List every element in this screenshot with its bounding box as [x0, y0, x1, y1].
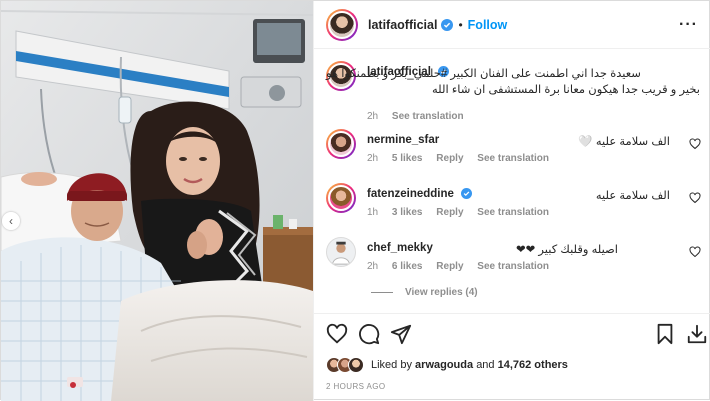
heart-icon[interactable]	[689, 192, 701, 204]
view-replies-button[interactable]: View replies (4)	[371, 287, 478, 298]
instagram-post-frame: ‹ latifaofficial • Follow ··· latifaoffi…	[0, 0, 710, 401]
comment-text: الف سلامة عليه	[595, 190, 670, 202]
author-username[interactable]: latifaofficial	[368, 18, 437, 32]
comment-time[interactable]: 1h	[367, 207, 378, 218]
commenter-username[interactable]: chef_mekky	[367, 242, 433, 254]
liker-avatar[interactable]	[348, 357, 364, 373]
comment-see-translation[interactable]: See translation	[477, 207, 549, 218]
comment-see-translation[interactable]: See translation	[477, 153, 549, 164]
hospital-photo-illustration	[1, 1, 313, 401]
comment-meta: 1h 3 likes Reply See translation	[367, 207, 560, 218]
caption-time[interactable]: 2h	[367, 111, 378, 122]
commenter-avatar[interactable]	[326, 183, 356, 213]
liked-by-user-link[interactable]: arwagouda	[415, 359, 473, 371]
author-avatar[interactable]	[326, 8, 358, 41]
comments-list: latifaofficial سعيدة جدا اني اطمنت على ا…	[314, 49, 710, 311]
comment-bubble-icon[interactable]	[358, 323, 380, 345]
share-send-icon[interactable]	[390, 323, 412, 345]
caption-line-1: سعيدة جدا اني اطمنت على الفنان الكبير #ح…	[326, 68, 641, 80]
comment-reply-button[interactable]: Reply	[436, 261, 463, 272]
comment-likes[interactable]: 3 likes	[392, 207, 423, 218]
caption-text: سعيدة جدا اني اطمنت على الفنان الكبير #ح…	[326, 66, 700, 98]
commenter-avatar[interactable]	[326, 129, 356, 159]
post-actions-bar	[314, 313, 710, 353]
more-horizontal-icon[interactable]: ···	[679, 16, 698, 34]
save-bookmark-icon[interactable]	[654, 323, 676, 345]
heart-icon[interactable]	[689, 138, 701, 150]
comment-reply-button[interactable]: Reply	[436, 207, 463, 218]
verified-badge-icon	[461, 188, 473, 199]
comment-meta: 2h 5 likes Reply See translation	[367, 153, 560, 164]
comment-text: اصيله وقلبك كبير ❤❤	[515, 244, 618, 256]
comment-item: fatenzeineddine الف سلامة عليه 1h 3 like…	[326, 183, 706, 223]
caption-see-translation[interactable]: See translation	[392, 111, 464, 122]
comment-see-translation[interactable]: See translation	[477, 261, 549, 272]
comment-item: chef_mekky اصيله وقلبك كبير ❤❤ 2h 6 like…	[326, 237, 706, 277]
caption-item: latifaofficial سعيدة جدا اني اطمنت على ا…	[326, 61, 706, 122]
follow-button[interactable]: Follow	[468, 18, 508, 32]
liked-by-text: Liked by arwagouda and 14,762 others	[371, 359, 568, 371]
caption-meta: 2h See translation	[367, 111, 475, 122]
chef-avatar-illustration	[332, 241, 350, 265]
liked-by-others-link[interactable]: 14,762 others	[498, 359, 568, 371]
verified-badge-icon	[441, 18, 454, 31]
view-replies-label: View replies (4)	[405, 287, 478, 298]
comment-likes[interactable]: 5 likes	[392, 153, 423, 164]
post-photo[interactable]: ‹	[1, 1, 313, 401]
comment-item: nermine_sfar الف سلامة عليه 🤍 2h 5 likes…	[326, 129, 706, 169]
post-details-pane: latifaofficial • Follow ··· latifaoffici…	[313, 1, 710, 401]
heart-icon[interactable]	[689, 246, 701, 258]
comment-text: الف سلامة عليه 🤍	[578, 136, 670, 148]
commenter-avatar[interactable]	[326, 237, 356, 267]
likes-summary: Liked by arwagouda and 14,762 others	[326, 355, 568, 375]
replies-divider-line	[371, 292, 393, 293]
header-separator: •	[458, 17, 463, 32]
commenter-username[interactable]: nermine_sfar	[367, 134, 439, 146]
comment-meta: 2h 6 likes Reply See translation	[367, 261, 560, 272]
post-header: latifaofficial • Follow ···	[314, 1, 710, 49]
post-timestamp[interactable]: 2 HOURS AGO	[326, 382, 386, 391]
commenter-username[interactable]: fatenzeineddine	[367, 188, 473, 200]
like-heart-icon[interactable]	[326, 323, 348, 345]
comment-likes[interactable]: 6 likes	[392, 261, 423, 272]
download-tray-icon[interactable]	[686, 323, 708, 345]
carousel-prev-button[interactable]: ‹	[2, 212, 20, 230]
comment-reply-button[interactable]: Reply	[436, 153, 463, 164]
caption-line-2: بخير و قريب جدا هيكون معانا برة المستشفى…	[432, 84, 700, 96]
comment-time[interactable]: 2h	[367, 261, 378, 272]
comment-time[interactable]: 2h	[367, 153, 378, 164]
